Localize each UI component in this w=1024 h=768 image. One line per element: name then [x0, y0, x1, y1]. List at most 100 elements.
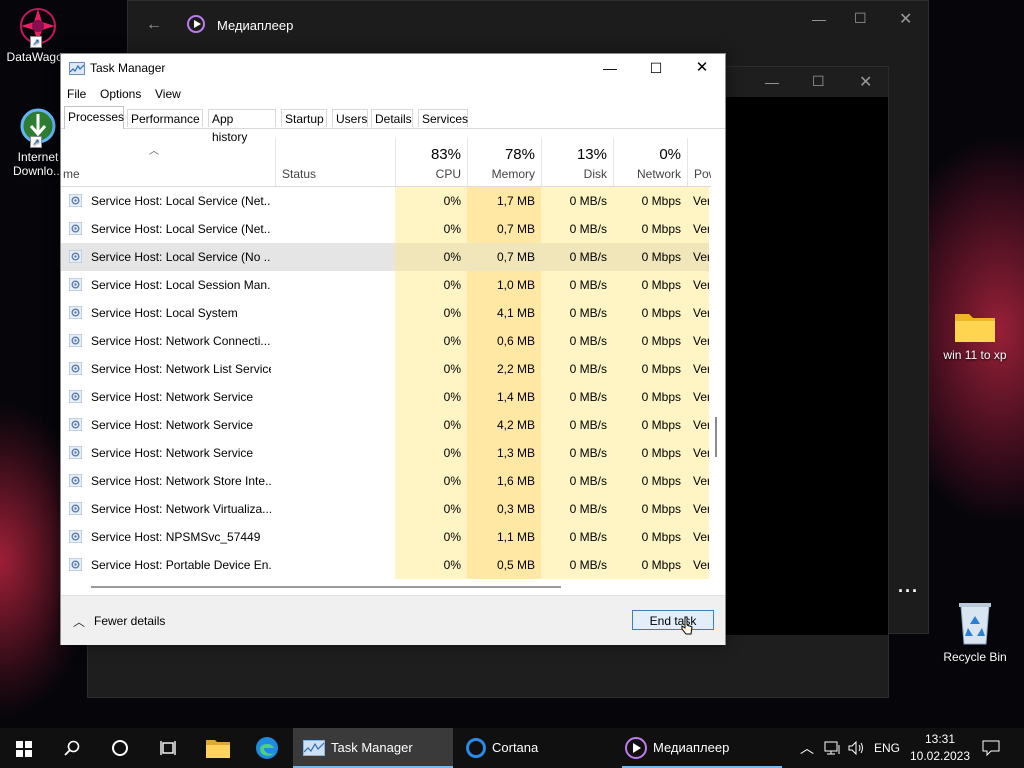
- table-row[interactable]: Service Host: Network Store Inte... 0% 1,6…: [61, 467, 709, 495]
- network-icon[interactable]: [824, 728, 844, 768]
- table-row[interactable]: Service Host: Local Service (No ... 0% 0,7…: [61, 243, 709, 271]
- more-options-icon[interactable]: ···: [898, 581, 919, 602]
- desktop-icon-recycle-bin[interactable]: Recycle Bin: [937, 600, 1013, 664]
- window-title: Медиаплеер: [217, 18, 294, 33]
- end-task-button[interactable]: End task: [632, 610, 714, 630]
- desktop-icon-win11-to-xp[interactable]: win 11 to xp: [937, 308, 1013, 362]
- windows-logo-icon: [16, 741, 32, 757]
- task-manager-icon: [69, 62, 85, 75]
- table-row[interactable]: Service Host: Network Virtualiza... 0% 0,3…: [61, 495, 709, 523]
- file-explorer-icon: [206, 740, 230, 758]
- edge-button[interactable]: [243, 728, 291, 768]
- tab-services[interactable]: Services: [418, 109, 468, 127]
- process-list: Service Host: Local Service (Net... 0% 1,7…: [61, 187, 709, 579]
- process-name: Service Host: Local Service (Net...: [91, 222, 271, 236]
- memory-value: 1,3 MB: [467, 439, 541, 467]
- tab-processes[interactable]: Processes: [64, 106, 124, 129]
- cortana-circle-button[interactable]: [96, 728, 144, 768]
- column-memory[interactable]: 78% Memory: [467, 138, 541, 186]
- memory-value: 1,0 MB: [467, 271, 541, 299]
- column-network[interactable]: 0% Network: [613, 138, 687, 186]
- tab-users[interactable]: Users: [332, 109, 368, 127]
- table-row[interactable]: Service Host: Local System 0% 4,1 MB 0 MB/s…: [61, 299, 709, 327]
- table-row[interactable]: Service Host: Network Service 0% 1,3 MB 0 M…: [61, 439, 709, 467]
- vertical-scrollbar[interactable]: [713, 187, 719, 579]
- table-row[interactable]: Service Host: NPSMSvc_57449 0% 1,1 MB 0 MB/…: [61, 523, 709, 551]
- back-arrow-icon[interactable]: ←: [146, 16, 162, 34]
- process-name: Service Host: Local Session Man...: [91, 278, 271, 292]
- disk-value: 0 MB/s: [541, 439, 613, 467]
- column-disk[interactable]: 13% Disk: [541, 138, 613, 186]
- show-hidden-icons-chevron-icon[interactable]: ︿: [800, 728, 816, 768]
- clock[interactable]: 13:31 10.02.2023: [908, 728, 972, 768]
- process-name: Service Host: Portable Device En...: [91, 558, 271, 572]
- process-name: Service Host: Local Service (Net...: [91, 194, 271, 208]
- service-gear-icon: [69, 222, 82, 235]
- task-manager-window[interactable]: Task Manager — ☐ ✕ File Options View Pro…: [60, 53, 726, 645]
- taskbar-app-media-player[interactable]: Медиаплеер: [620, 728, 784, 768]
- chevron-up-icon[interactable]: ︿: [73, 613, 85, 630]
- tab-details[interactable]: Details: [371, 109, 413, 127]
- start-button[interactable]: [0, 728, 48, 768]
- table-row[interactable]: Service Host: Portable Device En... 0% 0,5…: [61, 551, 709, 579]
- taskbar-app-cortana[interactable]: Cortana: [457, 728, 617, 768]
- tab-performance[interactable]: Performance: [127, 109, 203, 127]
- file-explorer-button[interactable]: [194, 728, 242, 768]
- power-value: Ver: [687, 439, 709, 467]
- tab-app-history[interactable]: App history: [208, 109, 276, 144]
- maximize-icon[interactable]: ☐: [854, 10, 867, 27]
- network-value: 0 Mbps: [613, 551, 687, 579]
- task-view-button[interactable]: [144, 728, 192, 768]
- maximize-button[interactable]: ☐: [633, 54, 679, 82]
- table-row[interactable]: Service Host: Local Service (Net... 0% 1,7…: [61, 187, 709, 215]
- table-row[interactable]: Service Host: Network List Service 0% 2,2 …: [61, 355, 709, 383]
- column-name[interactable]: me: [63, 167, 80, 181]
- menu-file[interactable]: File: [67, 87, 86, 101]
- minimize-button[interactable]: —: [587, 54, 633, 82]
- process-name: Service Host: Network Store Inte...: [91, 474, 271, 488]
- language-indicator[interactable]: ENG: [874, 728, 900, 768]
- scroll-thumb[interactable]: [715, 417, 717, 457]
- shortcut-arrow-icon: ↗: [30, 136, 42, 148]
- cpu-value: 0%: [395, 467, 467, 495]
- network-value: 0 Mbps: [613, 383, 687, 411]
- shortcut-arrow-icon: ↗: [30, 36, 42, 48]
- notifications-icon[interactable]: [982, 728, 1002, 768]
- minimize-icon[interactable]: —: [765, 74, 779, 90]
- menu-view[interactable]: View: [155, 87, 181, 101]
- power-value: Ver: [687, 299, 709, 327]
- cpu-value: 0%: [395, 271, 467, 299]
- memory-value: 0,3 MB: [467, 495, 541, 523]
- close-button[interactable]: ✕: [679, 54, 725, 82]
- maximize-icon[interactable]: ☐: [812, 73, 825, 90]
- minimize-icon[interactable]: —: [812, 11, 826, 27]
- volume-icon[interactable]: [848, 728, 868, 768]
- close-icon[interactable]: ✕: [899, 9, 912, 29]
- taskbar-app-label: Медиаплеер: [653, 740, 730, 755]
- close-icon[interactable]: ✕: [859, 72, 872, 92]
- column-power[interactable]: Powe: [687, 138, 711, 186]
- process-name: Service Host: Local System: [91, 306, 238, 320]
- process-name: Service Host: Network Service: [91, 446, 254, 460]
- disk-label: Disk: [583, 167, 607, 181]
- table-row[interactable]: Service Host: Network Service 0% 4,2 MB 0 M…: [61, 411, 709, 439]
- search-button[interactable]: [48, 728, 96, 768]
- cpu-value: 0%: [395, 327, 467, 355]
- fewer-details-link[interactable]: Fewer details: [94, 614, 165, 628]
- taskbar-app-task-manager[interactable]: Task Manager: [293, 728, 453, 768]
- cortana-circle-icon: [112, 740, 128, 756]
- tab-startup[interactable]: Startup: [281, 109, 327, 127]
- disk-value: 0 MB/s: [541, 215, 613, 243]
- table-row[interactable]: Service Host: Network Connecti... 0% 0,6 M…: [61, 327, 709, 355]
- network-value: 0 Mbps: [613, 495, 687, 523]
- media-player-icon: [625, 737, 647, 759]
- table-row[interactable]: Service Host: Local Session Man... 0% 1,0 …: [61, 271, 709, 299]
- cpu-value: 0%: [395, 523, 467, 551]
- horizontal-scrollbar[interactable]: [91, 586, 561, 588]
- table-row[interactable]: Service Host: Network Service 0% 1,4 MB 0 M…: [61, 383, 709, 411]
- power-value: Ver: [687, 215, 709, 243]
- column-status[interactable]: Status: [275, 138, 395, 186]
- menu-options[interactable]: Options: [100, 87, 141, 101]
- column-cpu[interactable]: 83% CPU: [395, 138, 467, 186]
- table-row[interactable]: Service Host: Local Service (Net... 0% 0,7…: [61, 215, 709, 243]
